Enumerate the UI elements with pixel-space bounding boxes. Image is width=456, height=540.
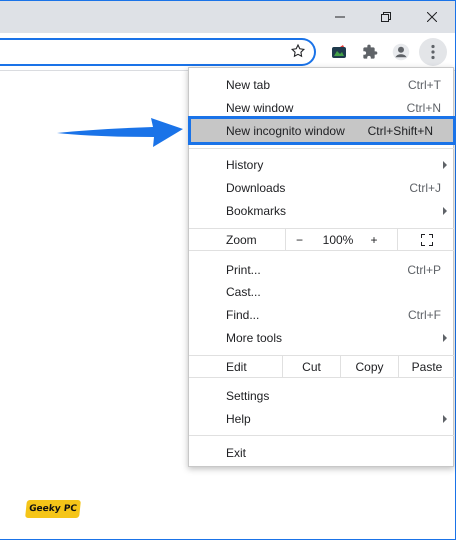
menu-item-label: Find... [226,307,260,322]
menu-button[interactable] [419,38,447,66]
avatar-icon [392,43,410,61]
shortcut-label: Ctrl+J [409,180,441,195]
menu-item-label: Downloads [226,180,286,195]
shortcut-label: Ctrl+N [406,100,441,115]
submenu-arrow-icon [443,160,447,169]
menu-item-label: New incognito window [226,123,345,138]
menu-item-more-tools[interactable]: More tools [189,326,455,349]
restore-icon [381,12,391,22]
menu-item-label: Print... [226,262,261,277]
submenu-arrow-icon [443,414,447,423]
puzzle-icon [363,44,378,59]
shortcut-label: Ctrl+T [408,77,441,92]
extension-app-icon [332,45,346,58]
menu-divider [189,148,455,149]
pointer-arrow-icon [57,118,183,147]
minimize-button[interactable] [317,1,363,33]
menu-item-exit[interactable]: Exit [189,441,455,464]
menu-item-label: More tools [226,330,283,345]
zoom-in-label: + [370,232,378,247]
kebab-menu-icon [431,44,435,60]
menu-item-new-window[interactable]: New window Ctrl+N [189,96,455,119]
paste-button[interactable]: Paste [398,356,455,377]
zoom-level: 100% [313,229,363,250]
menu-item-new-tab[interactable]: New tab Ctrl+T [189,73,455,96]
menu-item-label: New window [226,100,294,115]
cut-button[interactable]: Cut [282,356,340,377]
browser-toolbar [0,33,455,71]
fullscreen-icon [420,233,433,246]
submenu-arrow-icon [443,333,447,342]
menu-item-label: Settings [226,388,270,403]
submenu-arrow-icon [443,206,447,215]
menu-item-label: Cast... [226,284,261,299]
zoom-in-button[interactable]: + [363,229,385,250]
menu-item-label: Help [226,411,251,426]
shortcut-label: Ctrl+F [408,307,441,322]
menu-item-settings[interactable]: Settings [189,384,455,407]
menu-item-label: Exit [226,445,247,460]
menu-item-label: History [226,157,264,172]
menu-item-find[interactable]: Find... Ctrl+F [189,303,455,326]
menu-divider [189,435,455,436]
watermark-text: Geeky PC [28,504,78,514]
menu-item-help[interactable]: Help [189,407,455,430]
edit-row: Edit Cut Copy Paste [189,355,455,378]
close-icon [427,12,437,22]
profile-button[interactable] [387,38,415,66]
restore-button[interactable] [363,1,409,33]
menu-item-new-incognito-window[interactable]: New incognito window Ctrl+Shift+N [188,116,456,145]
title-bar [0,1,455,33]
menu-item-cast[interactable]: Cast... [189,280,455,303]
browser-window: New tab Ctrl+T New window Ctrl+N New inc… [0,0,456,540]
cut-label: Cut [302,359,321,374]
address-bar[interactable] [0,38,316,66]
chrome-menu: New tab Ctrl+T New window Ctrl+N New inc… [188,67,456,467]
watermark-logo: Geeky PC [25,500,81,518]
zoom-out-label: − [295,232,303,247]
shortcut-label: Ctrl+P [407,262,441,277]
extension-app-button[interactable] [325,38,353,66]
zoom-out-button[interactable]: − [285,229,313,250]
zoom-value: 100% [322,232,354,247]
menu-item-print[interactable]: Print... Ctrl+P [189,258,455,281]
shortcut-label: Ctrl+Shift+N [367,123,433,138]
minimize-icon [335,16,345,18]
copy-button[interactable]: Copy [340,356,398,377]
close-button[interactable] [409,1,455,33]
paste-label: Paste [411,359,443,374]
menu-item-history[interactable]: History [189,153,455,176]
copy-label: Copy [355,359,384,374]
zoom-row: Zoom − 100% + [189,228,455,251]
zoom-label: Zoom [226,232,257,247]
menu-item-label: New tab [226,77,271,92]
menu-item-label: Bookmarks [226,203,287,218]
menu-item-bookmarks[interactable]: Bookmarks [189,199,455,222]
edit-label: Edit [226,359,247,374]
extensions-button[interactable] [356,38,384,66]
star-icon[interactable] [290,43,306,62]
fullscreen-button[interactable] [397,229,455,250]
menu-item-downloads[interactable]: Downloads Ctrl+J [189,176,455,199]
